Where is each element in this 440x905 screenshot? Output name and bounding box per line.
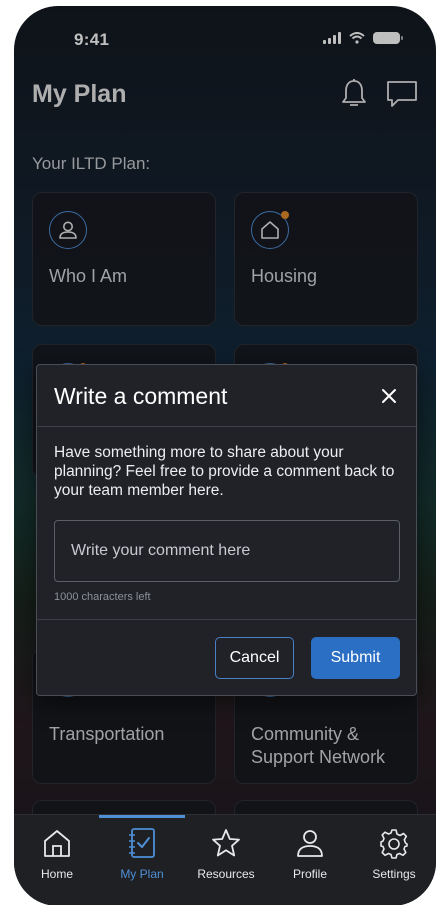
dialog-footer: Cancel Submit [37, 619, 416, 697]
tab-home[interactable]: Home [17, 825, 97, 881]
dialog-description: Have something more to share about your … [54, 444, 395, 499]
cancel-button[interactable]: Cancel [215, 637, 294, 679]
bottom-tab-bar: Home My Plan Resources Profile Settings [14, 814, 436, 905]
phone-screen: 9:41 My Plan Your ILTD Plan: Who I Am Ho… [14, 6, 436, 905]
person-icon [292, 825, 328, 861]
active-tab-indicator [99, 815, 185, 818]
character-count: 1000 characters left [54, 591, 151, 603]
tab-settings[interactable]: Settings [354, 825, 434, 881]
tab-label: My Plan [120, 867, 164, 881]
tab-label: Profile [292, 867, 327, 881]
comment-input[interactable] [54, 520, 400, 582]
tab-resources[interactable]: Resources [186, 825, 266, 881]
tab-label: Settings [372, 867, 416, 881]
gear-icon [376, 825, 412, 861]
tab-label: Home [40, 867, 73, 881]
dialog-header: Write a comment [37, 365, 416, 427]
star-icon [208, 825, 244, 861]
tab-my-plan[interactable]: My Plan [102, 825, 182, 881]
close-icon[interactable] [376, 383, 402, 409]
dialog-title: Write a comment [54, 383, 228, 409]
submit-button[interactable]: Submit [311, 637, 400, 679]
home-icon [39, 825, 75, 861]
tab-label: Resources [197, 867, 255, 881]
checklist-icon [124, 825, 160, 861]
tab-profile[interactable]: Profile [270, 825, 350, 881]
comment-dialog: Write a comment Have something more to s… [36, 364, 417, 696]
